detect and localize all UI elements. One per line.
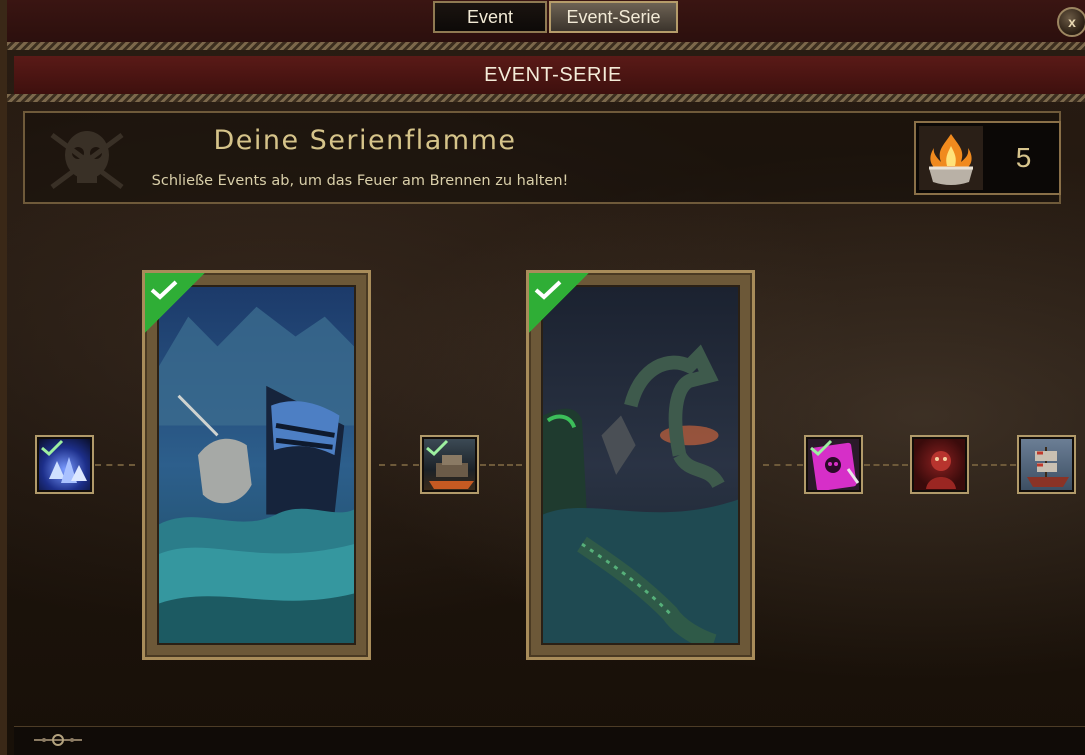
rope-divider <box>7 42 1085 50</box>
path-connector <box>95 464 135 466</box>
narwhal-ship-illustration <box>159 287 354 643</box>
completed-badge <box>529 273 589 333</box>
sea-serpent-illustration <box>543 287 738 643</box>
bottom-scroll-bar <box>14 726 1085 755</box>
close-button[interactable]: x <box>1057 7 1085 37</box>
reward-image <box>1021 439 1072 490</box>
scroll-handle-icon[interactable] <box>32 733 84 747</box>
checkmark-icon <box>426 439 449 457</box>
reward-image <box>914 439 965 490</box>
tab-group: Event Event-Serie <box>433 1 678 33</box>
streak-subtitle: Schließe Events ab, um das Feuer am Bren… <box>151 173 569 189</box>
checkmark-icon <box>150 280 178 300</box>
checkmark-icon <box>534 280 562 300</box>
completed-badge <box>145 273 205 333</box>
tab-event[interactable]: Event <box>433 1 547 33</box>
tab-event-serie[interactable]: Event-Serie <box>549 1 678 33</box>
red-figure-icon <box>926 451 956 489</box>
path-connector <box>480 464 522 466</box>
reward-blue-crystals[interactable] <box>35 435 94 494</box>
event-card-narwhal[interactable] <box>142 270 371 660</box>
path-connector <box>379 464 419 466</box>
reward-ship-decoration[interactable] <box>420 435 479 494</box>
reward-image <box>39 439 90 490</box>
pirate-ship-icon <box>1027 447 1069 487</box>
reward-image <box>808 439 859 490</box>
path-connector <box>763 464 803 466</box>
streak-title: Deine Serienflamme <box>213 125 517 156</box>
checkmark-icon <box>41 439 64 457</box>
page-title: EVENT-SERIE <box>14 56 1085 94</box>
path-connector <box>864 464 908 466</box>
flame-counter: 5 <box>914 121 1061 195</box>
flame-count: 5 <box>1015 142 1032 173</box>
event-series-window: Event Event-Serie x EVENT-SERIE Deine Se… <box>0 0 1085 755</box>
reward-pink-skull-flag[interactable] <box>804 435 863 494</box>
rope-divider <box>7 94 1085 102</box>
reward-pirate-ship[interactable] <box>1017 435 1076 494</box>
event-art <box>157 285 356 645</box>
streak-header: Deine Serienflamme Schließe Events ab, u… <box>23 111 1061 204</box>
reward-image <box>424 439 475 490</box>
event-art <box>541 285 740 645</box>
top-tab-bar: Event Event-Serie x <box>7 0 1085 44</box>
reward-red-figure[interactable] <box>910 435 969 494</box>
checkmark-icon <box>810 439 833 457</box>
path-connector <box>972 464 1016 466</box>
fire-bowl-icon <box>919 126 983 190</box>
event-card-sea-serpent[interactable] <box>526 270 755 660</box>
